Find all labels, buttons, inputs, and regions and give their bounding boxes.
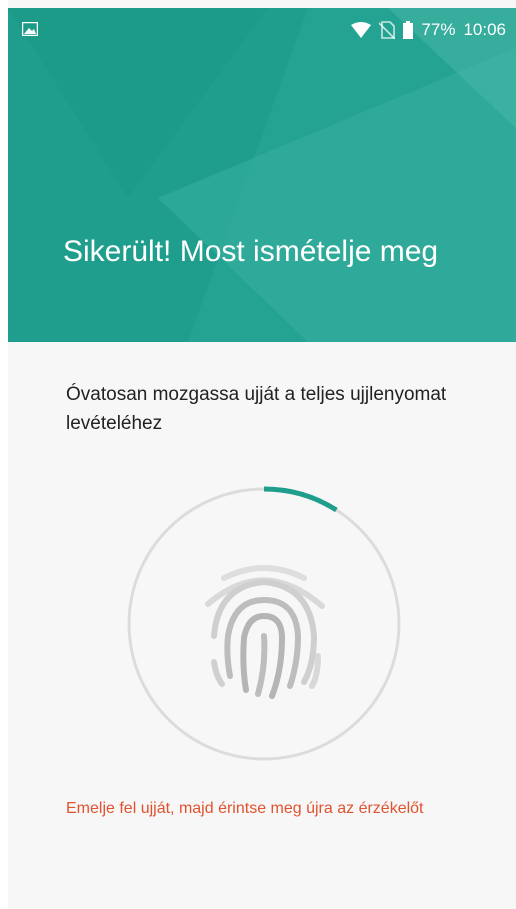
image-notification-icon: [21, 21, 39, 37]
wifi-icon: [351, 22, 372, 38]
header-background: [8, 8, 516, 342]
fingerprint-icon: [205, 565, 325, 699]
instruction-text: Óvatosan mozgassa ujját a teljes ujjleny…: [66, 384, 447, 434]
clock: 10:06: [463, 20, 506, 39]
progress-arc: [263, 486, 338, 513]
error-message: Emelje fel ujját, majd érintse meg újra …: [66, 800, 424, 817]
status-bar: 77% 10:06: [8, 8, 516, 52]
progress-track: [127, 487, 401, 761]
page-title: Sikerült! Most ismételje meg: [63, 235, 439, 268]
no-sim-icon: [379, 21, 396, 39]
battery-icon: [403, 21, 414, 39]
fingerprint-enroll-screen: 77% 10:06 Sikerült! Most ismételje meg Ó…: [8, 0, 516, 909]
fingerprint-sensor-indicator: [126, 486, 402, 762]
battery-percent: 77%: [421, 20, 456, 39]
header-banner: 77% 10:06 Sikerült! Most ismételje meg: [8, 8, 516, 342]
